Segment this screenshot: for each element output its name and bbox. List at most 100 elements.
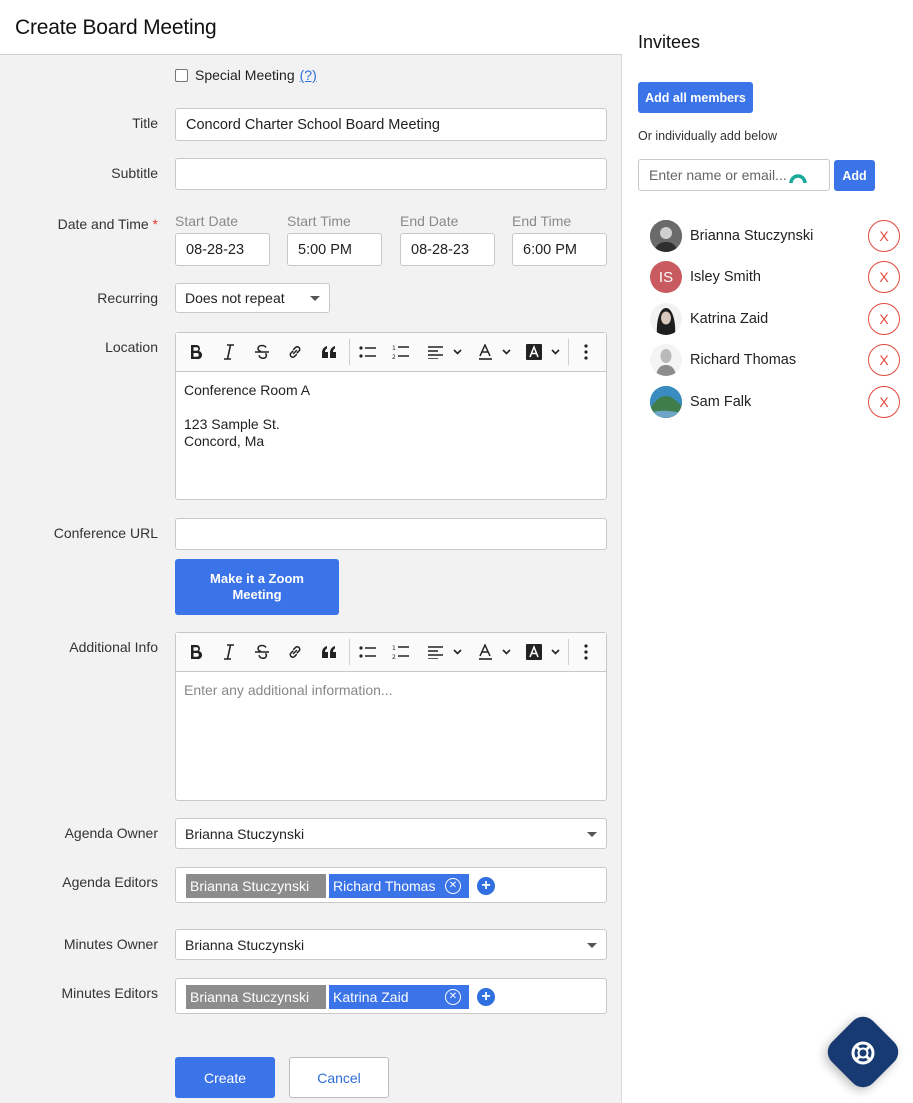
quote-icon[interactable] — [319, 341, 339, 363]
required-mark: * — [152, 216, 158, 232]
agenda-owner-select[interactable]: Brianna Stuczynski — [175, 818, 607, 849]
bullet-list-icon[interactable] — [358, 341, 378, 363]
avatar-initials: IS — [658, 268, 674, 286]
remove-invitee-button[interactable]: X — [868, 344, 900, 376]
numbered-list-icon[interactable]: 12 — [391, 341, 411, 363]
invitee-name: Katrina Zaid — [690, 311, 769, 327]
highlight-color-dropdown[interactable] — [524, 641, 562, 663]
chevron-down-icon — [587, 831, 597, 837]
start-date-input[interactable]: 08-28-23 — [175, 233, 270, 266]
svg-text:2: 2 — [392, 354, 396, 360]
remove-tag-icon[interactable]: ✕ — [445, 878, 461, 894]
bold-icon[interactable] — [186, 641, 206, 663]
toolbar-divider — [568, 339, 569, 365]
lifebuoy-icon[interactable] — [850, 1040, 876, 1066]
add-invitee-button[interactable]: Add — [834, 160, 875, 191]
invitee-name: Isley Smith — [690, 269, 761, 285]
remove-invitee-button[interactable]: X — [868, 261, 900, 293]
minutes-editor-tag: Katrina Zaid ✕ — [329, 985, 469, 1009]
location-editor: 12 Conference Room A 123 Sample St. Conc… — [175, 332, 607, 500]
title-input[interactable]: Concord Charter School Board Meeting — [175, 108, 607, 141]
avatar — [650, 344, 682, 376]
minutes-editor-tag-locked: Brianna Stuczynski — [186, 985, 326, 1009]
strikethrough-icon[interactable] — [252, 641, 272, 663]
location-text[interactable]: Conference Room A 123 Sample St. Concord… — [176, 372, 606, 460]
special-meeting-label: Special Meeting — [195, 67, 295, 83]
recurring-value: Does not repeat — [185, 290, 285, 306]
invitee-row: Brianna Stuczynski X — [650, 219, 900, 253]
start-time-input[interactable]: 5:00 PM — [287, 233, 382, 266]
invitee-name: Brianna Stuczynski — [690, 228, 814, 244]
numbered-list-icon[interactable]: 12 — [391, 641, 411, 663]
remove-tag-icon[interactable]: ✕ — [445, 989, 461, 1005]
minutes-owner-select[interactable]: Brianna Stuczynski — [175, 929, 607, 960]
minutes-owner-value: Brianna Stuczynski — [185, 936, 305, 953]
cancel-button[interactable]: Cancel — [289, 1057, 389, 1098]
invitee-row: Sam Falk X — [650, 385, 900, 419]
add-all-members-button[interactable]: Add all members — [638, 82, 753, 113]
additional-info-toolbar: 12 — [176, 633, 606, 672]
text-color-dropdown[interactable] — [478, 341, 514, 363]
italic-icon[interactable] — [219, 341, 239, 363]
link-icon[interactable] — [285, 641, 305, 663]
avatar: IS — [650, 261, 682, 293]
agenda-owner-label: Agenda Owner — [64, 825, 158, 841]
avatar — [650, 303, 682, 335]
invitee-row: Katrina Zaid X — [650, 302, 900, 336]
end-time-input[interactable]: 6:00 PM — [512, 233, 607, 266]
date-time-label: Date and Time * — [0, 216, 158, 232]
additional-info-label: Additional Info — [69, 639, 158, 655]
special-meeting-row: Special Meeting (?) — [175, 67, 317, 83]
location-label: Location — [105, 339, 158, 355]
agenda-editors-field[interactable]: Brianna Stuczynski Richard Thomas ✕ + — [175, 867, 607, 903]
invitee-name: Sam Falk — [690, 394, 752, 410]
end-date-input[interactable]: 08-28-23 — [400, 233, 495, 266]
remove-invitee-button[interactable]: X — [868, 220, 900, 252]
conference-url-label: Conference URL — [53, 525, 158, 541]
add-editor-icon[interactable]: + — [477, 988, 495, 1006]
invitee-search-input[interactable]: Enter name or email... — [638, 159, 830, 191]
loading-spinner-icon — [789, 168, 807, 186]
bullet-list-icon[interactable] — [358, 641, 378, 663]
svg-text:1: 1 — [392, 645, 396, 652]
highlight-color-dropdown[interactable] — [524, 341, 562, 363]
bold-icon[interactable] — [186, 341, 206, 363]
strikethrough-icon[interactable] — [252, 341, 272, 363]
individual-add-hint: Or individually add below — [638, 129, 777, 143]
end-time-value: 6:00 PM — [523, 241, 577, 258]
additional-info-text[interactable]: Enter any additional information... — [176, 672, 606, 709]
special-meeting-help-link[interactable]: (?) — [300, 67, 317, 83]
subtitle-input[interactable] — [175, 158, 607, 190]
link-icon[interactable] — [285, 341, 305, 363]
align-dropdown[interactable] — [426, 341, 464, 363]
start-date-label: Start Date — [175, 213, 239, 229]
remove-invitee-button[interactable]: X — [868, 303, 900, 335]
add-editor-icon[interactable]: + — [477, 877, 495, 895]
create-button[interactable]: Create — [175, 1057, 275, 1098]
title-label: Title — [132, 115, 158, 131]
toolbar-divider — [349, 639, 350, 665]
text-color-dropdown[interactable] — [478, 641, 514, 663]
minutes-editor-tag-label: Brianna Stuczynski — [190, 989, 310, 1005]
quote-icon[interactable] — [319, 641, 339, 663]
recurring-select[interactable]: Does not repeat — [175, 283, 330, 313]
title-input-value: Concord Charter School Board Meeting — [186, 116, 440, 133]
zoom-meeting-button[interactable]: Make it a Zoom Meeting — [175, 559, 339, 615]
end-date-label: End Date — [400, 213, 459, 229]
minutes-editors-label: Minutes Editors — [61, 985, 158, 1001]
remove-invitee-button[interactable]: X — [868, 386, 900, 418]
agenda-editor-tag-locked: Brianna Stuczynski — [186, 874, 326, 898]
conference-url-input[interactable] — [175, 518, 607, 550]
recurring-label: Recurring — [97, 290, 158, 306]
special-meeting-checkbox[interactable] — [175, 68, 188, 82]
align-dropdown[interactable] — [426, 641, 464, 663]
invitee-name: Richard Thomas — [690, 352, 797, 368]
svg-text:1: 1 — [392, 345, 396, 352]
italic-icon[interactable] — [219, 641, 239, 663]
more-options-icon[interactable] — [576, 341, 596, 363]
meeting-form-panel: Create Board Meeting Special Meeting (?)… — [0, 0, 622, 1103]
minutes-editors-field[interactable]: Brianna Stuczynski Katrina Zaid ✕ + — [175, 978, 607, 1014]
invitee-row: IS Isley Smith X — [650, 260, 900, 294]
more-options-icon[interactable] — [576, 641, 596, 663]
chevron-down-icon — [310, 296, 320, 301]
